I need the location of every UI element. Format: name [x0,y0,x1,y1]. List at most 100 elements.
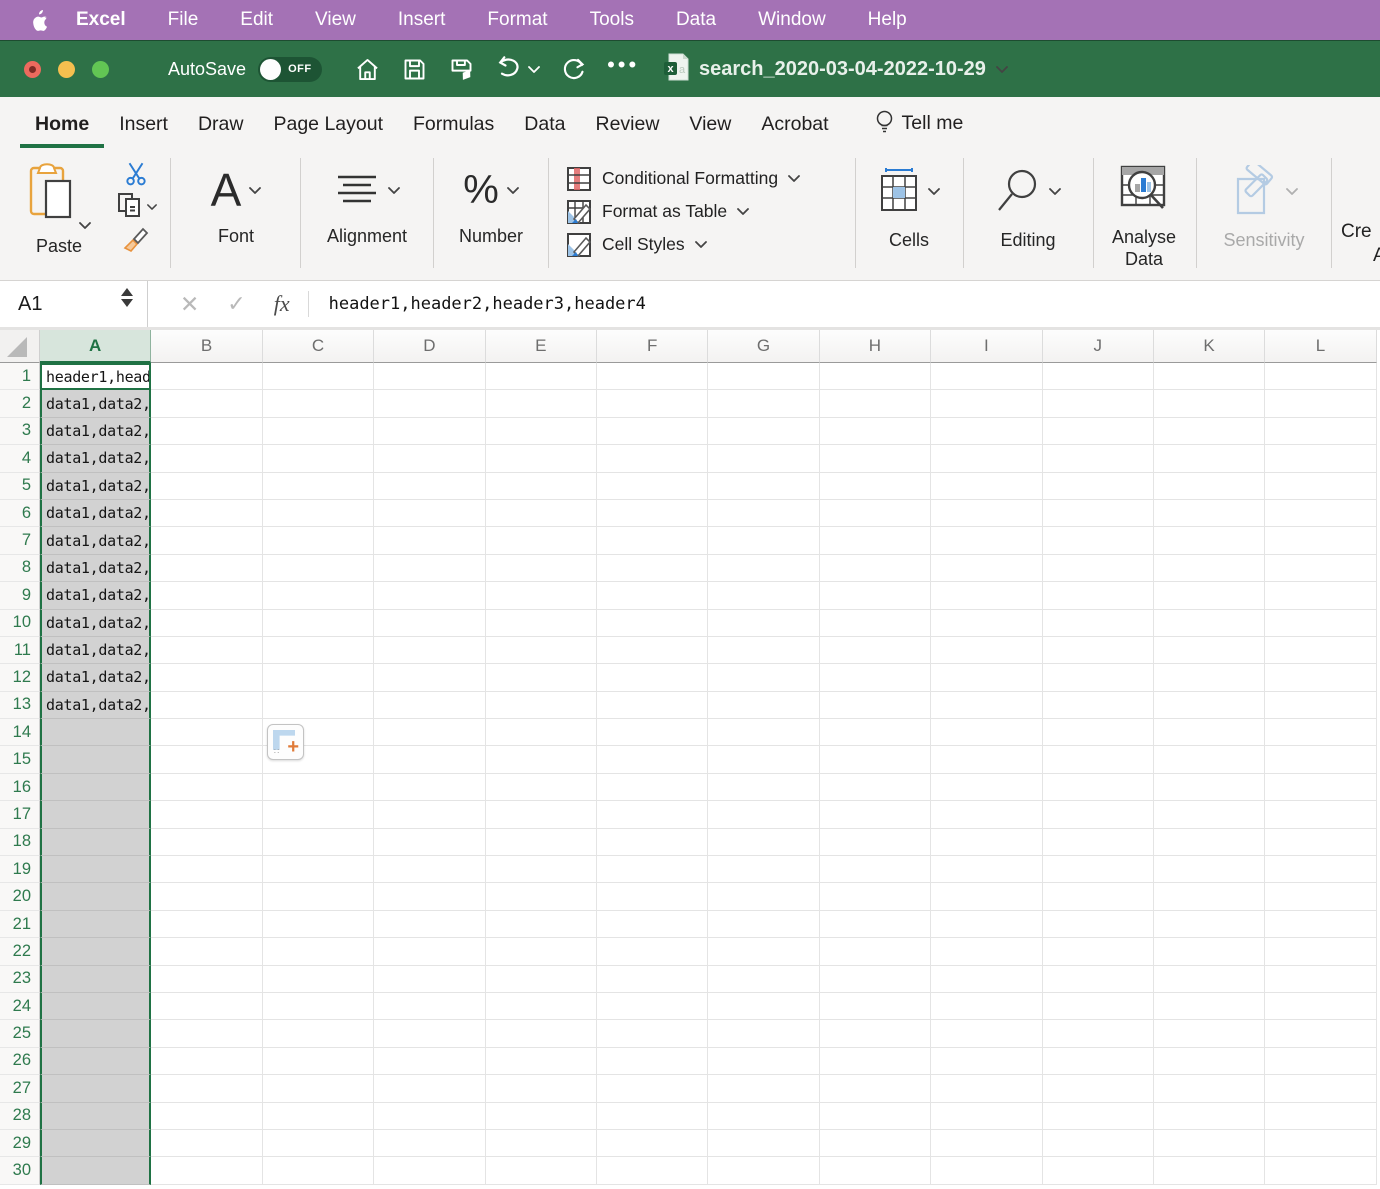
cell-K10[interactable] [1154,610,1265,637]
cell-D6[interactable] [374,500,485,527]
apple-menu-icon[interactable] [30,10,48,31]
cell-A14[interactable] [40,719,151,746]
cell-F10[interactable] [597,610,708,637]
cell-H4[interactable] [820,445,931,472]
cell-L19[interactable] [1265,856,1376,883]
cell-K17[interactable] [1154,801,1265,828]
cell-A13[interactable]: data1,data2, [40,692,151,719]
row-header-27[interactable]: 27 [0,1075,40,1102]
menu-file[interactable]: File [147,9,220,31]
cell-E24[interactable] [486,993,597,1020]
cell-C17[interactable] [263,801,374,828]
cell-I18[interactable] [931,829,1042,856]
cell-G20[interactable] [708,883,819,910]
cell-E26[interactable] [486,1048,597,1075]
row-header-26[interactable]: 26 [0,1048,40,1075]
cell-B13[interactable] [151,692,262,719]
cell-B9[interactable] [151,582,262,609]
cell-G14[interactable] [708,719,819,746]
tab-formulas[interactable]: Formulas [398,113,509,148]
cell-K14[interactable] [1154,719,1265,746]
cell-K29[interactable] [1154,1130,1265,1157]
cell-J29[interactable] [1043,1130,1154,1157]
cell-G2[interactable] [708,390,819,417]
cell-C28[interactable] [263,1103,374,1130]
cell-B2[interactable] [151,390,262,417]
cell-G17[interactable] [708,801,819,828]
cell-B1[interactable] [151,363,262,390]
cell-I17[interactable] [931,801,1042,828]
cell-F11[interactable] [597,637,708,664]
row-header-12[interactable]: 12 [0,664,40,691]
cell-J4[interactable] [1043,445,1154,472]
cell-A8[interactable]: data1,data2, [40,555,151,582]
cell-F18[interactable] [597,829,708,856]
cell-K3[interactable] [1154,418,1265,445]
row-header-15[interactable]: 15 [0,746,40,773]
cell-F5[interactable] [597,473,708,500]
cell-D24[interactable] [374,993,485,1020]
cell-C22[interactable] [263,938,374,965]
cell-I28[interactable] [931,1103,1042,1130]
column-header-I[interactable]: I [931,330,1042,363]
cell-J8[interactable] [1043,555,1154,582]
formula-input[interactable]: header1,header2,header3,header4 [329,294,646,314]
cell-H22[interactable] [820,938,931,965]
copy-dropdown-icon[interactable] [147,203,157,211]
cell-K11[interactable] [1154,637,1265,664]
name-box-stepper[interactable] [121,288,133,307]
cell-D10[interactable] [374,610,485,637]
cell-C20[interactable] [263,883,374,910]
cell-J18[interactable] [1043,829,1154,856]
cell-A17[interactable] [40,801,151,828]
cell-E8[interactable] [486,555,597,582]
cell-F21[interactable] [597,911,708,938]
cell-J28[interactable] [1043,1103,1154,1130]
cell-B7[interactable] [151,527,262,554]
cell-E28[interactable] [486,1103,597,1130]
cell-J16[interactable] [1043,774,1154,801]
cell-F23[interactable] [597,966,708,993]
cell-J25[interactable] [1043,1020,1154,1047]
cell-L16[interactable] [1265,774,1376,801]
minimize-window-button[interactable] [58,61,75,78]
cell-K23[interactable] [1154,966,1265,993]
cell-L12[interactable] [1265,664,1376,691]
cell-G30[interactable] [708,1157,819,1184]
cell-E21[interactable] [486,911,597,938]
cell-A27[interactable] [40,1075,151,1102]
cell-B5[interactable] [151,473,262,500]
cell-C3[interactable] [263,418,374,445]
cell-E30[interactable] [486,1157,597,1184]
cell-I25[interactable] [931,1020,1042,1047]
cell-D28[interactable] [374,1103,485,1130]
cell-K18[interactable] [1154,829,1265,856]
clipped-ribbon-group[interactable]: Cre A [1341,220,1380,268]
cell-I4[interactable] [931,445,1042,472]
cell-J17[interactable] [1043,801,1154,828]
cell-B15[interactable] [151,746,262,773]
cell-H8[interactable] [820,555,931,582]
alignment-dropdown-icon[interactable] [388,186,400,195]
cell-E23[interactable] [486,966,597,993]
row-header-11[interactable]: 11 [0,637,40,664]
cell-H10[interactable] [820,610,931,637]
cell-H7[interactable] [820,527,931,554]
editing-group[interactable]: Editing [969,158,1087,251]
cell-E25[interactable] [486,1020,597,1047]
cell-L20[interactable] [1265,883,1376,910]
row-header-19[interactable]: 19 [0,856,40,883]
cell-K30[interactable] [1154,1157,1265,1184]
cell-I5[interactable] [931,473,1042,500]
cell-D18[interactable] [374,829,485,856]
cell-K16[interactable] [1154,774,1265,801]
cell-G26[interactable] [708,1048,819,1075]
cell-H12[interactable] [820,664,931,691]
cell-I14[interactable] [931,719,1042,746]
cell-A11[interactable]: data1,data2, [40,637,151,664]
cell-G1[interactable] [708,363,819,390]
cells-dropdown-icon[interactable] [928,187,940,196]
font-group[interactable]: A Font [180,160,292,247]
cell-F3[interactable] [597,418,708,445]
cell-A9[interactable]: data1,data2, [40,582,151,609]
